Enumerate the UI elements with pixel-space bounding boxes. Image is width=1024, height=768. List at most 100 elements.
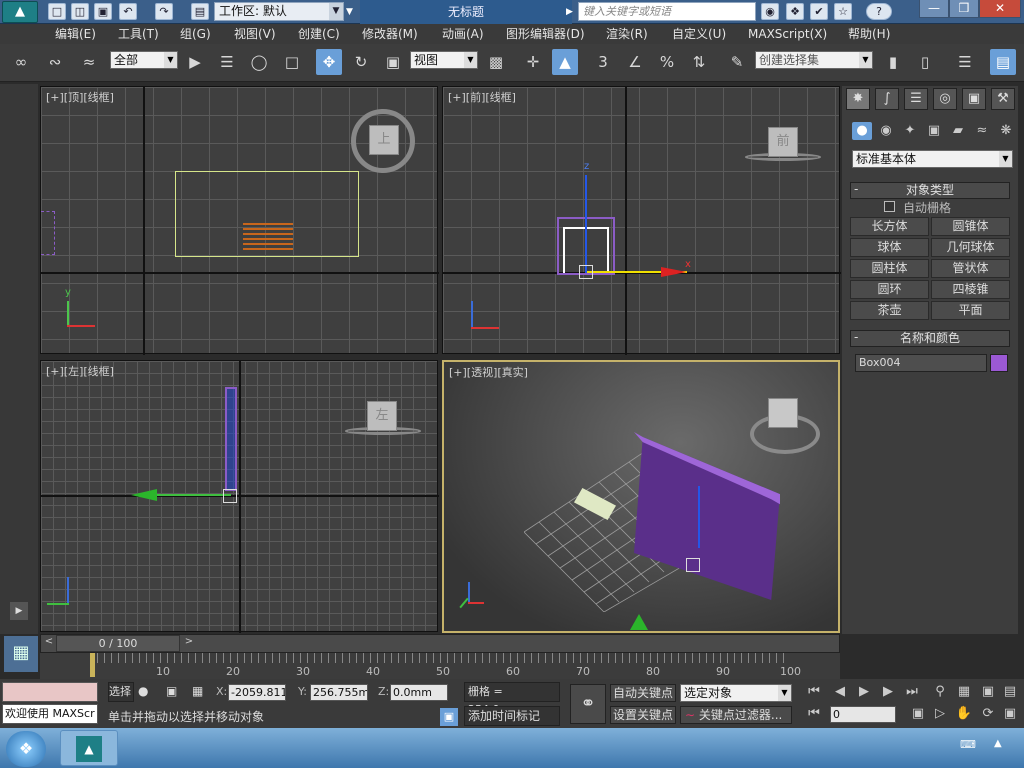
select-rotate-icon[interactable]: ↻ [348,49,374,75]
select-scale-icon[interactable]: ▣ [380,49,406,75]
rollout-minus[interactable]: - [854,182,858,196]
undo-icon[interactable]: ↶ [119,3,137,20]
cone-button[interactable]: 圆锥体 [931,217,1010,236]
viewport-perspective[interactable]: [+][透视][真实] [442,360,840,633]
communication-icon[interactable]: ✔ [810,3,828,20]
angle-snap-icon[interactable]: ∠ [622,49,648,75]
torus-button[interactable]: 圆环 [850,280,929,299]
helpers-icon[interactable]: ▰ [948,122,968,140]
pan-view-icon[interactable]: ✋ [954,705,974,723]
help-icon[interactable]: ? [866,3,892,20]
key-mode-dropdown[interactable]: 选定对象 ▼ [680,684,792,702]
systems-icon[interactable]: ❋ [996,122,1016,140]
taskbar-3dsmax-icon[interactable]: ▲ [60,730,118,766]
mirror-icon[interactable]: ▮ [880,49,906,75]
utilities-tab-icon[interactable]: ⚒ [991,88,1015,110]
object-name-input[interactable]: Box004 [855,354,987,372]
absolute-mode-icon[interactable]: ▦ [192,684,208,700]
viewport-left[interactable]: [+][左][线框] 左 [40,360,439,633]
selection-region-icon[interactable]: ◯ [246,49,272,75]
app-logo-icon[interactable]: ▲ [2,1,38,23]
menu-maxscript[interactable]: MAXScript(X) [748,24,827,44]
start-button[interactable]: ❖ [6,731,46,767]
frame-counter[interactable]: 0 / 100 [56,635,180,652]
box-button[interactable]: 长方体 [850,217,929,236]
object-type-rollout-header[interactable]: 对象类型 [850,182,1010,199]
title-dropdown-icon[interactable]: ▼ [346,4,358,20]
modify-tab-icon[interactable]: ∫ [875,88,899,110]
menu-animation[interactable]: 动画(A) [442,24,484,44]
maxscript-mini-input[interactable]: 欢迎使用 MAXScr [2,704,98,724]
viewport-top[interactable]: [+][顶][线框] 上 y [40,86,439,355]
motion-tab-icon[interactable]: ◎ [933,88,957,110]
viewport-persp-label[interactable]: [+][透视][真实] [449,364,528,380]
hierarchy-tab-icon[interactable]: ☰ [904,88,928,110]
object-color-swatch[interactable] [990,354,1008,372]
menu-group[interactable]: 组(G) [180,24,211,44]
create-tab-icon[interactable]: ✸ [846,88,870,110]
viewport-top-label[interactable]: [+][顶][线框] [46,89,114,105]
open-file-icon[interactable]: ◫ [71,3,89,20]
name-color-rollout-header[interactable]: 名称和颜色 [850,330,1010,347]
zoom-all-icon[interactable]: ▦ [954,683,974,701]
previous-frame-icon[interactable]: ◀ [830,683,850,701]
save-file-icon[interactable]: ▣ [94,3,112,20]
zoom-extents-all-icon[interactable]: ▤ [1000,683,1020,701]
menu-edit[interactable]: 编辑(E) [55,24,96,44]
maxscript-listener[interactable] [2,682,98,702]
y-coordinate-input[interactable]: 256.755mm [310,684,368,701]
expand-arrow-icon[interactable]: ▶ [10,602,28,620]
menu-create[interactable]: 创建(C) [298,24,340,44]
tube-button[interactable]: 管状体 [931,259,1010,278]
ribbon-toggle-icon[interactable]: ▤ [990,49,1016,75]
category-dropdown[interactable]: 标准基本体 ▼ [852,150,1013,168]
menu-graph-editors[interactable]: 图形编辑器(D) [506,24,585,44]
subscription-icon[interactable]: ❖ [786,3,804,20]
auto-grid-checkbox[interactable] [884,201,895,212]
pivot-center-icon[interactable]: ▩ [483,49,509,75]
set-key-icon[interactable]: ⚭ [570,684,606,724]
named-selection-dropdown[interactable]: 创建选择集 ▼ [755,51,873,69]
orbit-icon[interactable]: ⟳ [978,705,998,723]
close-button[interactable]: ✕ [979,0,1021,18]
tray-arrow-icon[interactable]: ▲ [994,738,1008,752]
viewport-front[interactable]: [+][前][线框] 前 z x [442,86,841,355]
z-coordinate-input[interactable]: 0.0mm [390,684,448,701]
cameras-icon[interactable]: ▣ [924,122,944,140]
add-time-tag-icon[interactable]: ▣ [440,708,458,726]
bind-space-warp-icon[interactable]: ≈ [76,49,102,75]
selection-filter-dropdown[interactable]: 全部 ▼ [110,51,178,69]
next-frame-icon[interactable]: ▶ [878,683,898,701]
zoom-extents-icon[interactable]: ▣ [978,683,998,701]
window-crossing-icon[interactable]: □ [279,49,305,75]
time-configuration-icon[interactable]: ▣ [908,705,928,723]
plane-button[interactable]: 平面 [931,301,1010,320]
go-to-end-icon[interactable]: ⏭ [902,683,922,701]
project-folder-icon[interactable]: ▤ [191,3,209,20]
binoculars-icon[interactable]: ◉ [761,3,779,20]
layer-manager-icon[interactable]: ☰ [952,49,978,75]
geosphere-button[interactable]: 几何球体 [931,238,1010,257]
spacewarps-icon[interactable]: ≈ [972,122,992,140]
zoom-icon[interactable]: ⚲ [930,683,950,701]
add-time-tag-field[interactable]: 添加时间标记 [464,706,560,726]
current-frame-input[interactable]: 0 [830,706,896,723]
selection-lock-icon[interactable]: ▣ [166,684,182,700]
maximize-viewport-icon[interactable]: ▣ [1000,705,1020,723]
pyramid-button[interactable]: 四棱锥 [931,280,1010,299]
redo-icon[interactable]: ↷ [155,3,173,20]
viewcube-front[interactable]: 前 [768,127,798,157]
prev-frame-icon[interactable]: < [42,636,56,651]
track-bar[interactable]: 10 20 30 40 50 60 70 80 90 100 [40,653,840,679]
viewport-front-label[interactable]: [+][前][线框] [448,89,516,105]
next-frame-icon[interactable]: > [182,636,196,651]
shapes-icon[interactable]: ◉ [876,122,896,140]
edit-named-selections-icon[interactable]: ✎ [724,49,750,75]
key-mode-toggle-icon[interactable]: ⏮ [804,705,824,723]
link-icon[interactable]: ∞ [8,49,34,75]
isolate-selection-icon[interactable]: ● [138,684,154,700]
menu-rendering[interactable]: 渲染(R) [606,24,648,44]
reference-coordinate-dropdown[interactable]: 视图 ▼ [410,51,478,69]
x-coordinate-input[interactable]: -2059.811 [228,684,286,701]
cylinder-button[interactable]: 圆柱体 [850,259,929,278]
